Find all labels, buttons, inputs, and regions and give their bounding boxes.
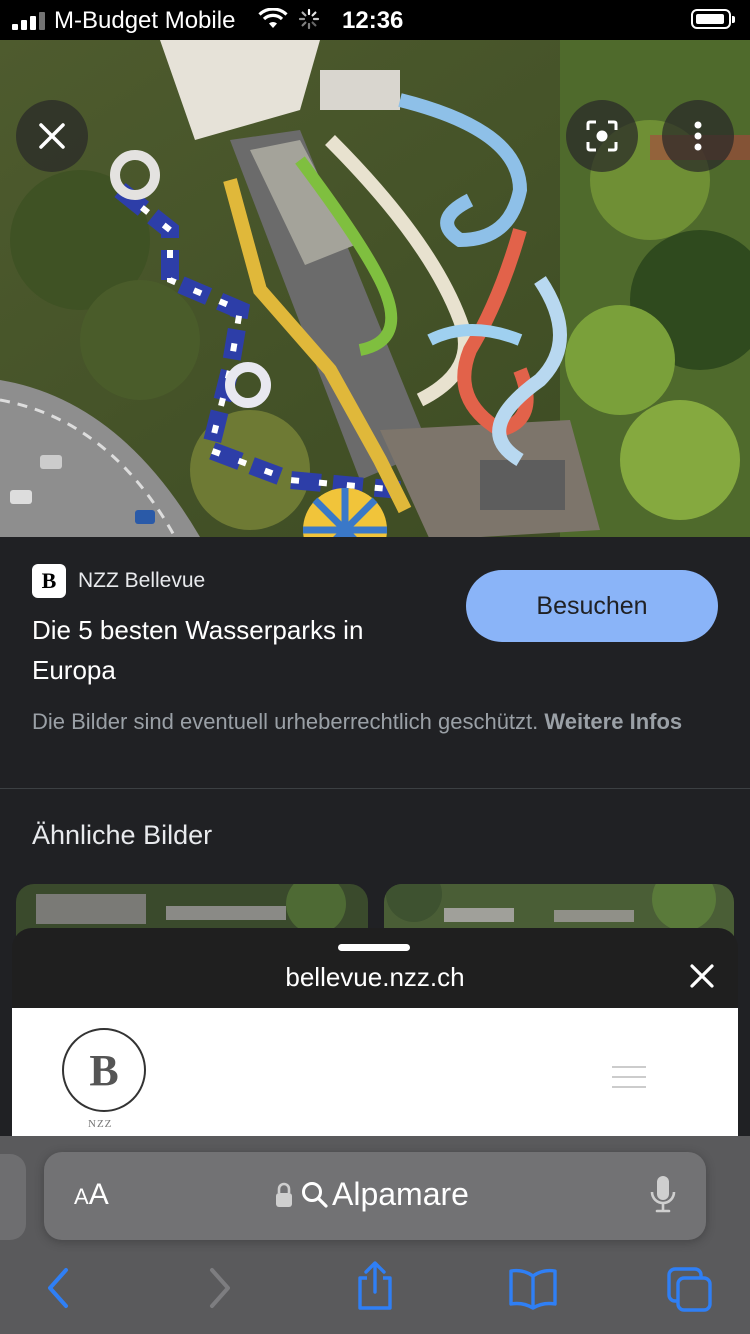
mic-icon[interactable] bbox=[648, 1174, 678, 1216]
more-vert-icon bbox=[694, 121, 702, 151]
close-icon bbox=[39, 123, 65, 149]
source-name: NZZ Bellevue bbox=[78, 569, 206, 592]
source-favicon: B bbox=[32, 564, 66, 598]
sheet-domain: bellevue.nzz.ch bbox=[285, 962, 465, 992]
more-info-link[interactable]: Weitere Infos bbox=[544, 709, 682, 734]
result-image[interactable] bbox=[0, 40, 750, 537]
source-row[interactable]: B NZZ Bellevue bbox=[32, 564, 205, 598]
lock-icon bbox=[276, 1182, 292, 1207]
more-options-button[interactable] bbox=[662, 100, 734, 172]
sheet-grabber[interactable] bbox=[338, 944, 410, 951]
address-field[interactable]: Alpamare bbox=[274, 1176, 469, 1213]
divider bbox=[0, 788, 750, 789]
wifi-icon bbox=[258, 8, 288, 28]
signal-icon bbox=[12, 12, 45, 30]
browser-bottom-bar: AA Alpamare bbox=[0, 1136, 750, 1334]
browser-toolbar bbox=[0, 1260, 750, 1334]
site-logo-subtitle: NZZ bbox=[88, 1118, 113, 1130]
forward-icon[interactable] bbox=[204, 1266, 234, 1310]
previous-tab-preview[interactable] bbox=[0, 1154, 26, 1240]
carrier-name: M-Budget Mobile bbox=[54, 7, 236, 34]
back-icon[interactable] bbox=[44, 1266, 74, 1310]
tabs-icon[interactable] bbox=[666, 1266, 714, 1314]
share-icon[interactable] bbox=[354, 1260, 396, 1312]
similar-images-heading: Ähnliche Bilder bbox=[32, 820, 213, 850]
close-icon[interactable] bbox=[684, 958, 720, 994]
copyright-notice: Die Bilder sind eventuell urheberrechtli… bbox=[32, 706, 732, 738]
close-image-button[interactable] bbox=[16, 100, 88, 172]
status-bar: M-Budget Mobile 12:36 bbox=[0, 0, 750, 40]
reader-settings-button[interactable]: AA bbox=[74, 1178, 109, 1212]
result-title[interactable]: Die 5 besten Wasserparks in Europa bbox=[32, 610, 432, 690]
bookmarks-icon[interactable] bbox=[508, 1266, 558, 1310]
battery-icon bbox=[691, 9, 735, 29]
menu-icon[interactable] bbox=[612, 1066, 646, 1096]
lens-icon bbox=[586, 120, 618, 152]
visit-button[interactable]: Besuchen bbox=[466, 570, 718, 642]
waterpark-aerial-photo bbox=[0, 40, 750, 537]
search-icon bbox=[302, 1181, 328, 1208]
site-logo[interactable]: B bbox=[62, 1028, 146, 1112]
address-bar[interactable]: AA Alpamare bbox=[44, 1152, 706, 1240]
search-query: Alpamare bbox=[332, 1176, 469, 1212]
lens-button[interactable] bbox=[566, 100, 638, 172]
clock: 12:36 bbox=[342, 7, 404, 34]
activity-spinner-icon bbox=[298, 8, 320, 30]
copyright-text: Die Bilder sind eventuell urheberrechtli… bbox=[32, 709, 545, 734]
